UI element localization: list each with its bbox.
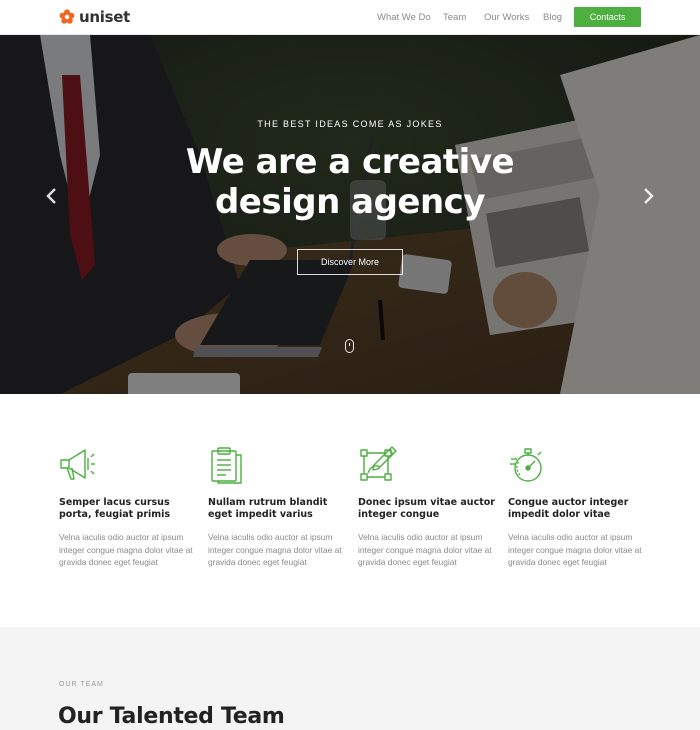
nav-our-works[interactable]: Our Works: [484, 12, 529, 23]
hero-title: We are a creative design agency: [185, 142, 515, 222]
team-section: OUR TEAM Our Talented Team: [0, 627, 700, 730]
section-kicker: OUR TEAM: [59, 681, 104, 688]
chevron-left-icon[interactable]: [45, 187, 59, 205]
site-header: uniset What We Do Team Our Works Blog Co…: [0, 0, 700, 35]
stopwatch-icon: [510, 448, 542, 482]
feature-title: Nullam rutrum blandit eget impedit variu…: [208, 497, 328, 520]
contacts-button[interactable]: Contacts: [574, 7, 641, 27]
feature-text: Velna iaculis odio auctor at ipsum integ…: [358, 532, 492, 567]
feature-item: Semper lacus cursus porta, feugiat primi…: [59, 445, 199, 567]
brand-name: uniset: [79, 8, 130, 26]
flower-logo-icon: [59, 9, 75, 24]
feature-item: Congue auctor integer impedit dolor vita…: [508, 445, 648, 567]
feature-text: Velna iaculis odio auctor at ipsum integ…: [59, 532, 193, 567]
feature-item: Nullam rutrum blandit eget impedit variu…: [208, 445, 348, 567]
hero-slider: THE BEST IDEAS COME AS JOKES We are a cr…: [0, 35, 700, 394]
nav-blog[interactable]: Blog: [543, 12, 562, 23]
feature-title: Donec ipsum vitae auctor integer congue: [358, 497, 495, 520]
feature-text: Velna iaculis odio auctor at ipsum integ…: [508, 532, 642, 567]
nav-team[interactable]: Team: [443, 12, 466, 23]
discover-more-button[interactable]: Discover More: [297, 249, 403, 275]
section-title: Our Talented Team: [58, 704, 285, 729]
feature-item: Donec ipsum vitae auctor integer congue …: [358, 445, 498, 567]
logo[interactable]: uniset: [59, 8, 130, 26]
feature-title: Congue auctor integer impedit dolor vita…: [508, 497, 629, 520]
megaphone-icon: [60, 449, 95, 480]
clipboard-icon: [211, 447, 242, 484]
chevron-right-icon[interactable]: [641, 187, 655, 205]
mouse-scroll-icon[interactable]: [345, 339, 354, 353]
feature-text: Velna iaculis odio auctor at ipsum integ…: [208, 532, 342, 567]
feature-title: Semper lacus cursus porta, feugiat primi…: [59, 497, 171, 520]
nav-what-we-do[interactable]: What We Do: [377, 12, 431, 23]
design-pen-icon: [360, 446, 397, 481]
hero-kicker: THE BEST IDEAS COME AS JOKES: [257, 119, 443, 129]
